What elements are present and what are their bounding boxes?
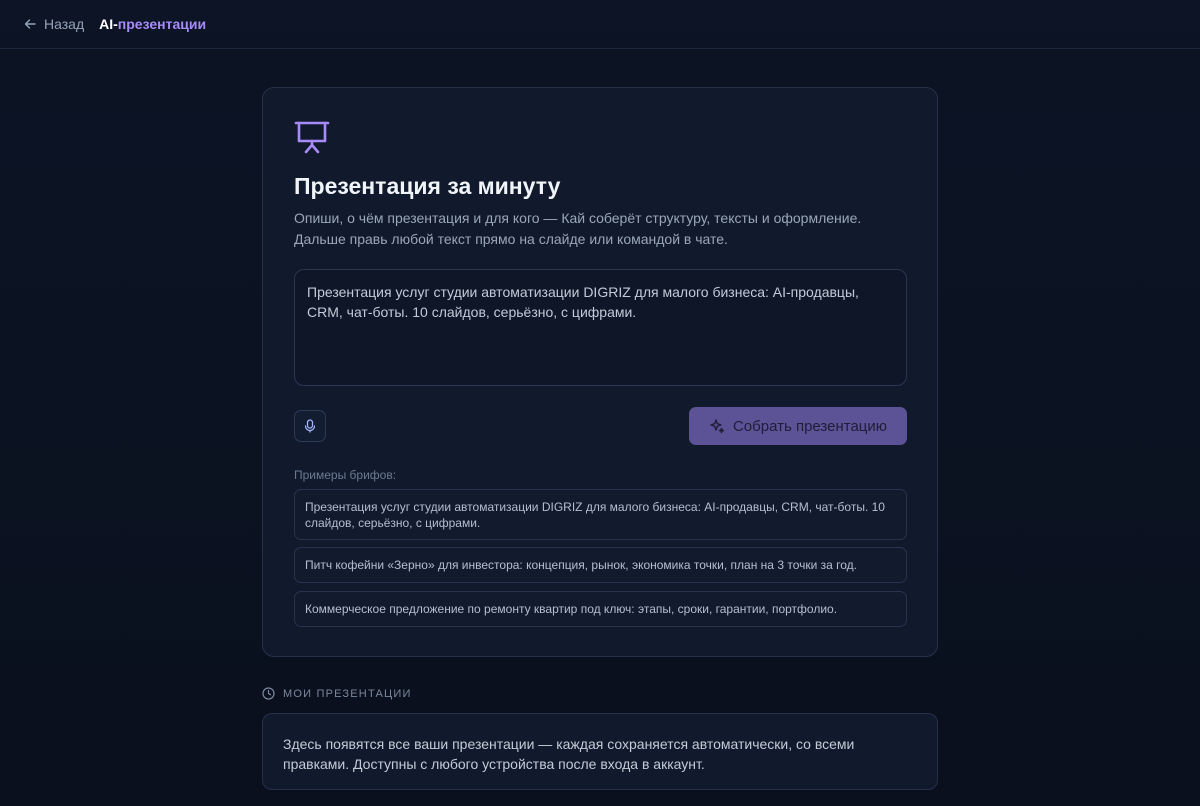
card-description: Опиши, о чём презентация и для кого — Ка…: [294, 210, 862, 247]
examples-label: Примеры брифов:: [294, 468, 397, 482]
brand-suffix: презентации: [117, 16, 207, 32]
back-label: Назад: [44, 16, 85, 32]
arrow-left-icon: [24, 19, 36, 29]
my-presentations-title: МОИ ПРЕЗЕНТАЦИИ: [283, 687, 412, 700]
my-presentations-empty-state: Здесь появятся все ваши презентации — ка…: [262, 713, 938, 790]
clock-icon: [262, 687, 275, 700]
create-presentation-card: Презентация за минуту Опиши, о чём презе…: [262, 87, 938, 657]
brief-example[interactable]: Коммерческое предложение по ремонту квар…: [294, 591, 907, 627]
back-link[interactable]: Назад: [24, 16, 84, 32]
brief-example[interactable]: Презентация услуг студии автоматизации D…: [294, 489, 907, 540]
my-presentations-heading: МОИ ПРЕЗЕНТАЦИИ: [262, 687, 412, 700]
build-presentation-button[interactable]: Собрать презентацию: [689, 407, 907, 445]
top-bar: Назад AI-презентации: [0, 0, 1200, 49]
build-button-label: Собрать презентацию: [732, 417, 888, 435]
presentation-icon: [294, 121, 330, 154]
sparkle-icon: [710, 419, 725, 434]
brief-textarea[interactable]: Презентация услуг студии автоматизации D…: [294, 269, 907, 386]
brief-example[interactable]: Питч кофейни «Зерно» для инвестора: конц…: [294, 547, 907, 583]
brand-prefix: AI-: [99, 16, 118, 32]
card-title: Презентация за минуту: [294, 173, 561, 199]
page-title: AI-презентации: [99, 16, 206, 32]
voice-input-button[interactable]: [294, 410, 326, 442]
microphone-icon: [304, 419, 316, 433]
